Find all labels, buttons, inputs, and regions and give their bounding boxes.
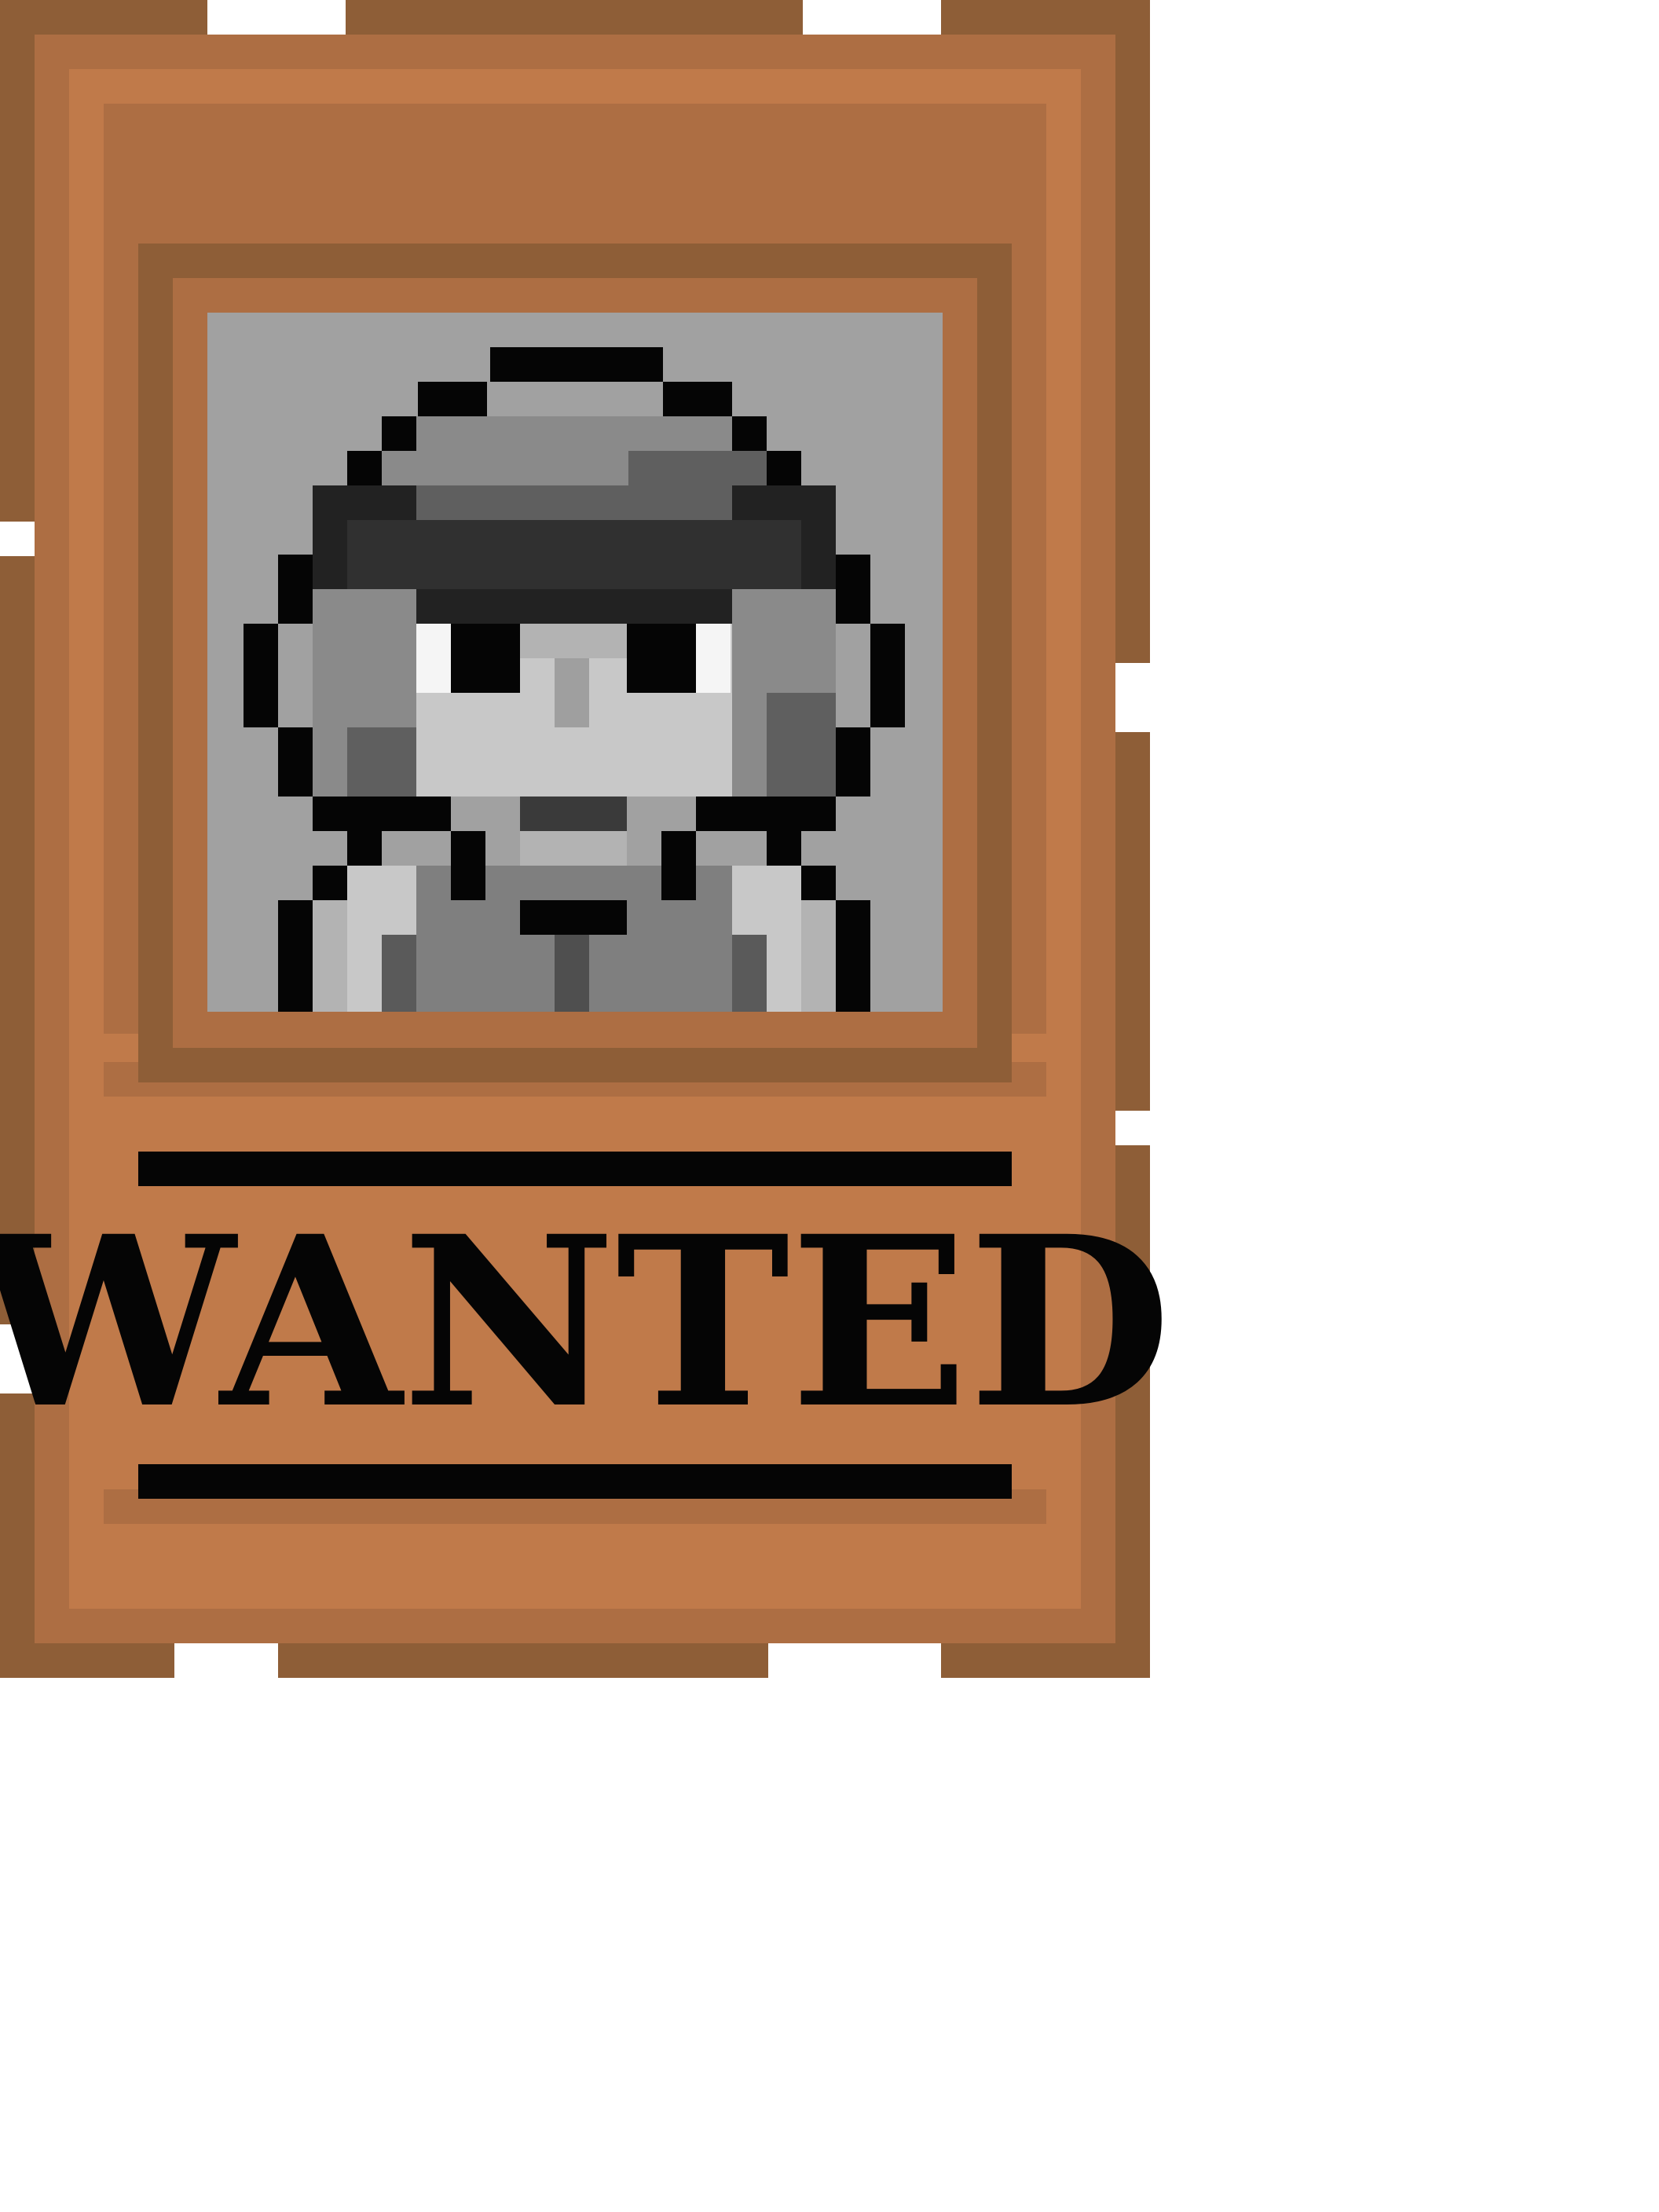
wanted-poster: WANTED (0, 0, 1659, 2212)
poster-heading: WANTED (0, 1185, 1171, 1460)
